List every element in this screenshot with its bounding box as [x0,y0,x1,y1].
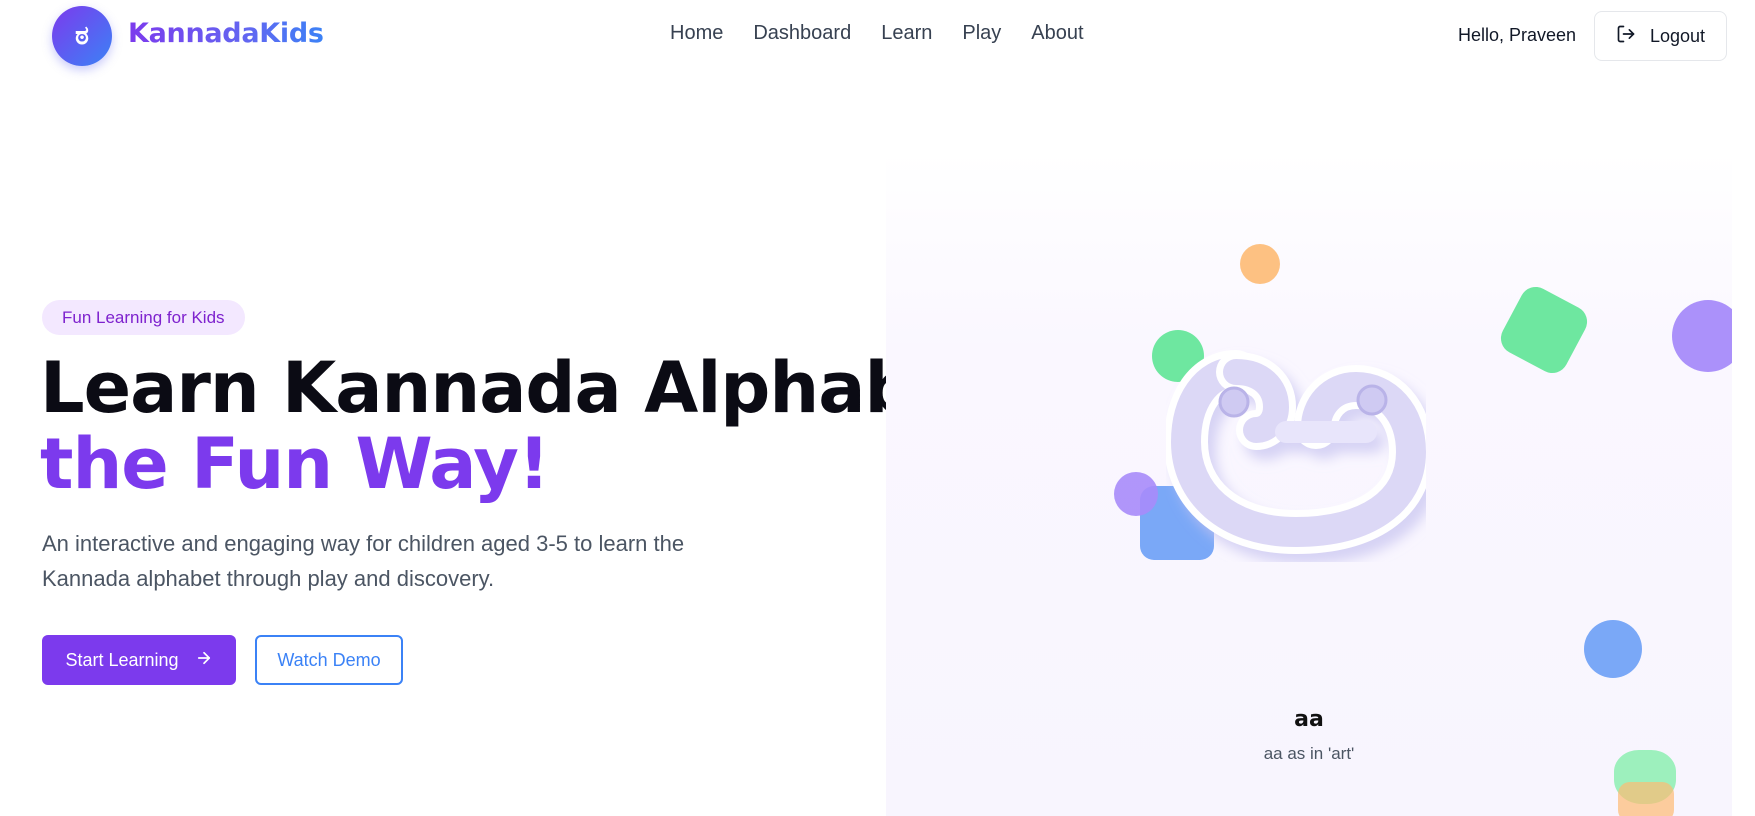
logout-button[interactable]: Logout [1594,11,1727,61]
hero-badge: Fun Learning for Kids [42,300,245,335]
hero-title-line2: the Fun Way! [40,423,550,505]
decor-purple-circle-small [1114,472,1158,516]
logo-badge[interactable]: ಠ [52,6,112,66]
decor-green-square [1495,281,1593,379]
hero-description: An interactive and engaging way for chil… [42,531,685,591]
arrow-right-icon [195,649,213,672]
nav-dashboard[interactable]: Dashboard [753,22,851,45]
letter-name: aa [1294,707,1324,732]
top-navbar: ಠ KannadaKids Home Dashboard Learn Play … [0,0,1755,72]
logout-icon [1616,24,1636,49]
start-learning-button[interactable]: Start Learning [42,635,236,685]
kannada-letter-illustration [1164,332,1433,562]
nav-play[interactable]: Play [962,22,1001,45]
nav-learn[interactable]: Learn [881,22,932,45]
decor-purple-circle-large [1672,300,1732,372]
hero-title-line1: Learn Kannada Alphabet [40,347,994,429]
letter-showcase-panel: aa aa as in 'art' [886,152,1732,816]
letter-glyph-svg [1164,350,1433,554]
main-nav: Home Dashboard Learn Play About [670,22,1084,45]
user-greeting: Hello, Praveen [1458,25,1577,45]
decor-orange-circle [1240,244,1280,284]
nav-about[interactable]: About [1031,22,1083,45]
decor-blue-circle [1584,620,1642,678]
nav-home[interactable]: Home [670,22,723,45]
decor-orange-blob [1618,782,1674,816]
start-learning-label: Start Learning [65,649,179,670]
letter-pronunciation-hint: aa as in 'art' [1263,744,1355,763]
hero-title: Learn Kannada Alphabet the Fun Way! [40,347,994,505]
watch-demo-label: Watch Demo [277,649,381,670]
watch-demo-button[interactable]: Watch Demo [255,635,403,685]
logout-label: Logout [1649,25,1706,46]
brand-name[interactable]: KannadaKids [128,18,324,49]
